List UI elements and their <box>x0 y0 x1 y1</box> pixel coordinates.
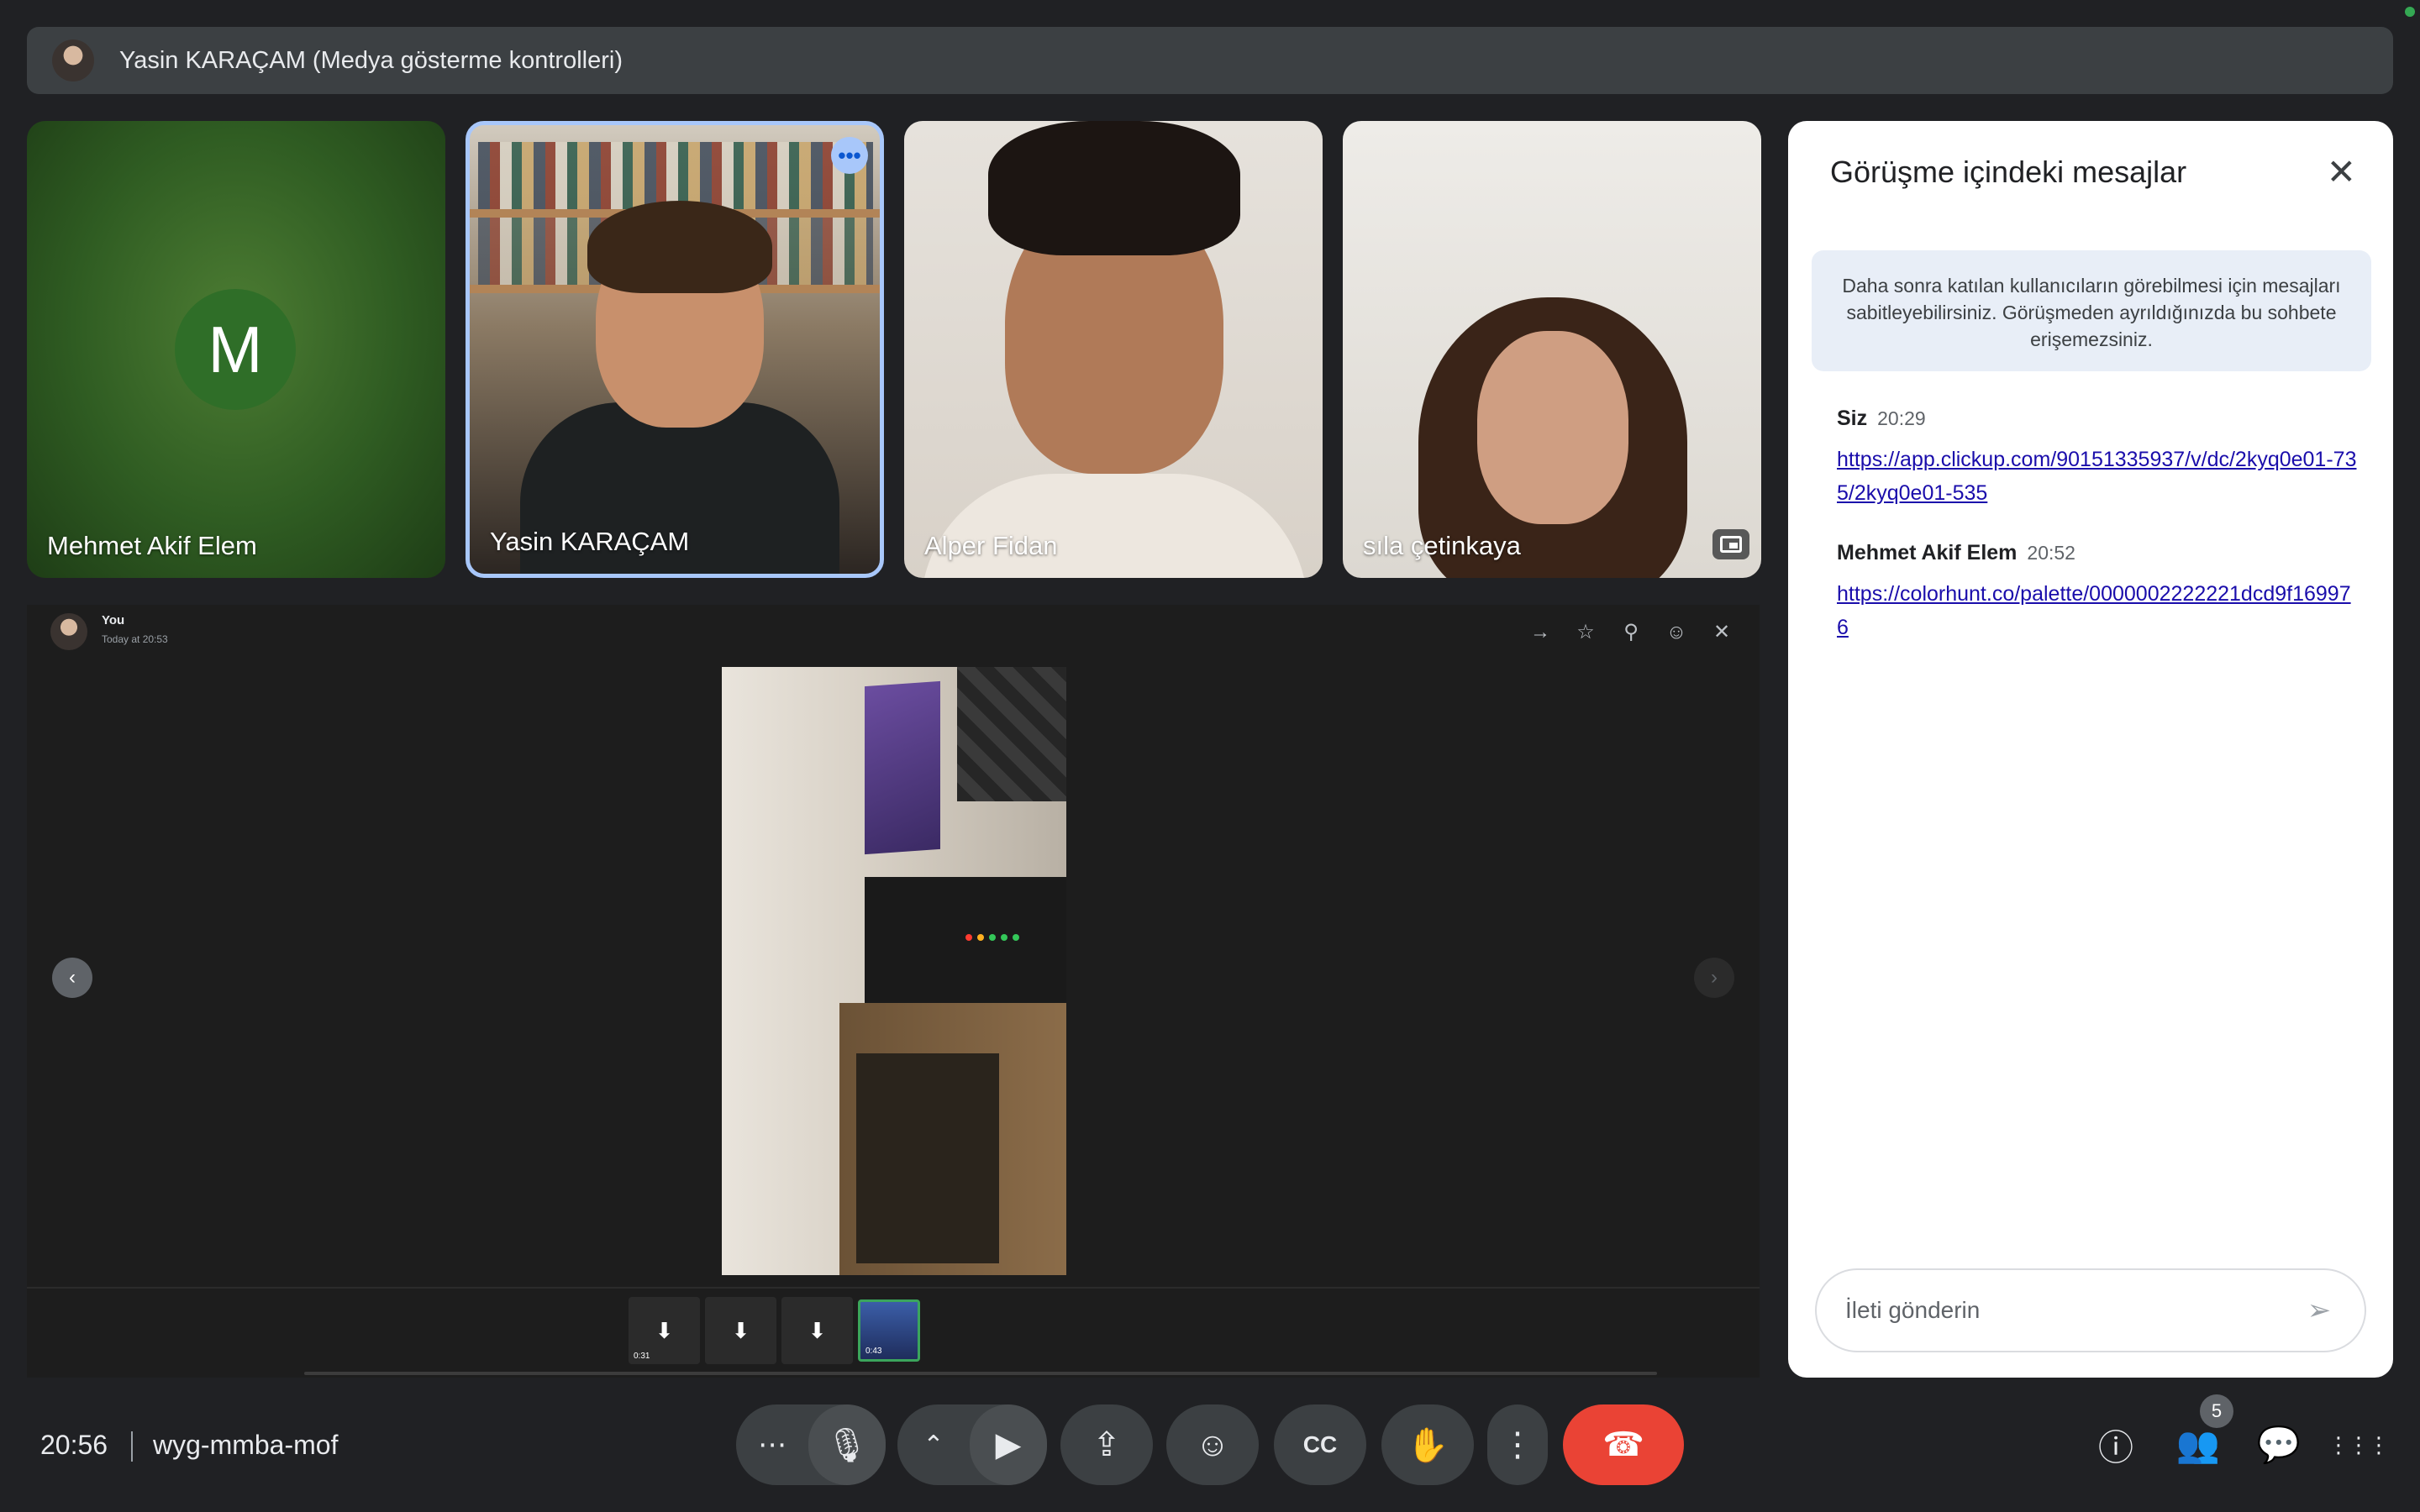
previous-icon[interactable]: ‹ <box>52 958 92 998</box>
participant-name: sıla çetinkaya <box>1363 531 1521 560</box>
send-icon[interactable]: ➢ <box>2296 1287 2343 1334</box>
close-icon[interactable]: ✕ <box>1709 620 1734 645</box>
poster <box>865 680 940 855</box>
acoustic-panel <box>957 667 1066 801</box>
thumbnail-item[interactable]: ⬇ <box>705 1297 776 1364</box>
cabinet <box>839 1003 1066 1275</box>
star-icon[interactable]: ☆ <box>1573 620 1598 645</box>
picture-in-picture-icon[interactable] <box>1712 529 1749 559</box>
viewer-toolbar: → ☆ ⚲ ☺ ✕ <box>1528 620 1734 645</box>
media-timestamp: Today at 20:53 <box>102 633 168 645</box>
message-time: 20:52 <box>2027 542 2075 564</box>
end-call-icon[interactable]: ☎ <box>1563 1404 1684 1485</box>
media-controls-bar[interactable]: Yasin KARAÇAM (Medya gösterme kontroller… <box>27 27 2393 94</box>
audio-controls: ⋯ 🎙 <box>736 1404 886 1485</box>
download-icon: ⬇ <box>655 1317 674 1343</box>
media-author: You <box>102 613 125 627</box>
thumbnail-item-selected[interactable]: 0:43 <box>858 1299 920 1362</box>
message-link[interactable]: https://app.clickup.com/90151335937/v/dc… <box>1837 443 2358 510</box>
led <box>977 934 984 941</box>
message-sender: Mehmet Akif Elem <box>1837 541 2018 564</box>
media-thumbnails: ⬇ 0:31 ⬇ ⬇ 0:43 <box>629 1297 920 1364</box>
participant-tile-mehmet[interactable]: M Mehmet Akif Elem <box>27 121 445 578</box>
person-hair <box>988 121 1240 255</box>
raise-hand-icon[interactable]: ✋ <box>1381 1404 1474 1485</box>
person-body <box>921 474 1307 578</box>
forward-icon[interactable]: → <box>1528 620 1553 645</box>
person-face <box>1477 331 1628 524</box>
led <box>1001 934 1007 941</box>
captions-icon[interactable]: CC <box>1274 1404 1366 1485</box>
participant-name: Alper Fidan <box>924 531 1058 560</box>
chat-title: Görüşme içindeki mesajlar <box>1830 155 2187 189</box>
avatar <box>52 39 94 81</box>
chat-info-notice: Daha sonra katılan kullanıcıların görebi… <box>1812 250 2371 371</box>
video-duration: 0:43 <box>865 1347 882 1356</box>
participant-tile-sila[interactable]: sıla çetinkaya <box>1343 121 1761 578</box>
participant-name: Yasin KARAÇAM <box>490 527 690 556</box>
call-controls-bar: 20:56 wyg-mmba-mof ⋯ 🎙 ⌃ ▶ ⇪ ☺ CC ✋ ⋮ ☎ … <box>0 1394 2420 1512</box>
emoji-icon[interactable]: ☺ <box>1166 1404 1259 1485</box>
video-duration: 0:31 <box>634 1352 650 1361</box>
led <box>1013 934 1019 941</box>
divider <box>27 1287 1760 1289</box>
message-input[interactable]: İleti gönderin ➢ <box>1815 1268 2366 1352</box>
led <box>989 934 996 941</box>
camera-icon[interactable]: ▶ <box>970 1404 1047 1485</box>
meeting-code[interactable]: wyg-mmba-mof <box>153 1430 338 1461</box>
pin-icon[interactable]: ⚲ <box>1618 620 1644 645</box>
message-time: 20:29 <box>1877 407 1926 429</box>
avatar <box>50 613 87 650</box>
divider <box>131 1431 133 1462</box>
thumbnail-item[interactable]: ⬇ <box>781 1297 853 1364</box>
shared-screen: You Today at 20:53 → ☆ ⚲ ☺ ✕ ‹ › ⬇ 0:31 … <box>27 605 1760 1378</box>
clock: 20:56 <box>40 1430 108 1460</box>
chat-message: Siz 20:29 https://app.clickup.com/9015133… <box>1837 407 2358 510</box>
media-controls-title: Yasin KARAÇAM (Medya gösterme kontroller… <box>119 46 623 74</box>
emoji-icon[interactable]: ☺ <box>1664 620 1689 645</box>
chat-icon[interactable]: 💬 <box>2254 1420 2304 1470</box>
chevron-up-icon[interactable]: ⌃ <box>897 1404 970 1485</box>
download-icon: ⬇ <box>731 1317 750 1343</box>
participant-name: Mehmet Akif Elem <box>47 531 257 560</box>
participant-tile-alper[interactable]: Alper Fidan <box>904 121 1323 578</box>
avatar: M <box>175 289 296 410</box>
message-sender: Siz <box>1837 407 1868 430</box>
participant-count-badge: 5 <box>2200 1394 2233 1428</box>
present-icon[interactable]: ⇪ <box>1060 1404 1153 1485</box>
message-link[interactable]: https://colorhunt.co/palette/00000022222… <box>1837 577 2358 644</box>
info-icon[interactable]: ⓘ <box>2091 1420 2141 1470</box>
recording-indicator <box>2405 7 2415 17</box>
led <box>965 934 972 941</box>
video-controls: ⌃ ▶ <box>897 1404 1047 1485</box>
participant-tile-yasin[interactable]: ••• Yasin KARAÇAM <box>466 121 884 578</box>
apps-grid-icon[interactable]: ⋮⋮⋮ <box>2328 1420 2390 1470</box>
download-icon: ⬇ <box>808 1317 827 1343</box>
thumbnail-scrollbar[interactable] <box>304 1372 1657 1375</box>
bookshelf <box>478 142 873 209</box>
close-icon[interactable]: ✕ <box>2327 155 2356 190</box>
media-preview <box>722 667 1066 1275</box>
person-hair <box>587 201 772 293</box>
amplifier <box>865 877 1066 1011</box>
mic-icon[interactable]: 🎙 <box>808 1404 886 1485</box>
more-vert-icon[interactable]: ⋮ <box>1487 1404 1548 1485</box>
next-icon[interactable]: › <box>1694 958 1734 998</box>
more-options-icon[interactable]: ⋯ <box>736 1404 808 1485</box>
chat-message: Mehmet Akif Elem 20:52 https://colorhunt.… <box>1837 541 2358 644</box>
message-input-placeholder: İleti gönderin <box>1845 1297 1981 1323</box>
thumbnail-item[interactable]: ⬇ 0:31 <box>629 1297 700 1364</box>
more-horiz-icon[interactable]: ••• <box>831 137 868 174</box>
meet-window: Yasin KARAÇAM (Medya gösterme kontroller… <box>0 0 2420 1512</box>
chat-panel: Görüşme içindeki mesajlar ✕ Daha sonra k… <box>1788 121 2393 1378</box>
